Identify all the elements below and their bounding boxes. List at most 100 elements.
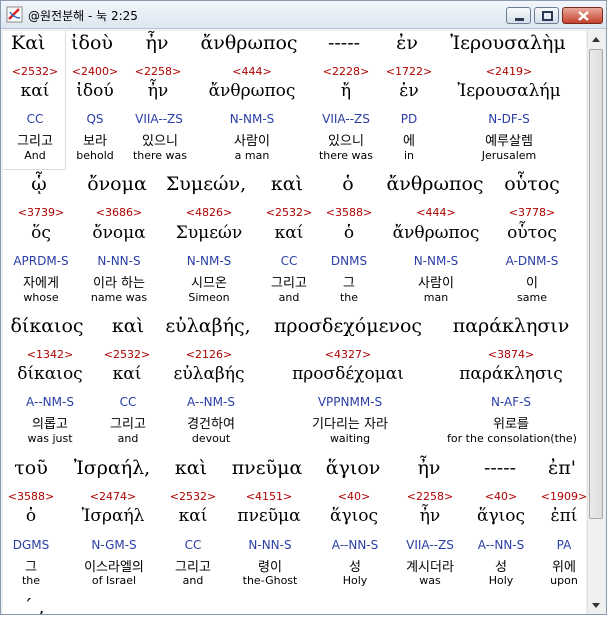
strongs-number[interactable]: <1342> [27,348,73,361]
parsing-code[interactable]: VIIA--ZS [406,538,454,552]
strongs-number[interactable]: <2126> [186,348,232,361]
parsing-code[interactable]: A--NN-S [332,538,379,552]
greek-word[interactable]: προσδεχόμενος [274,315,422,337]
strongs-number[interactable]: <444> [232,65,271,78]
strongs-number[interactable]: <3739> [18,206,64,219]
strongs-number[interactable]: <444> [416,206,455,219]
analysis-pane[interactable]: Καὶ ἰδοὺ ἦν ἄνθρωπος ----- ἐν Ἰερουσαλὴμ… [3,31,586,614]
parsing-code[interactable]: N-AF-S [491,395,531,409]
korean-gloss: 의롭고 [32,417,68,432]
greek-word[interactable]: ἐν [396,32,418,54]
scroll-thumb[interactable] [589,49,603,519]
parsing-code[interactable]: A-DNM-S [506,254,559,268]
strongs-number[interactable]: <2532> [266,206,312,219]
parsing-code[interactable]: CC [185,538,202,552]
korean-gloss: 시므온 [191,276,227,291]
greek-word[interactable]: ἦν [418,457,441,479]
greek-word[interactable]: ὁ [342,173,353,195]
greek-word[interactable]: καὶ [112,315,144,337]
parsing-code[interactable]: A--NM-S [26,395,74,409]
greek-word[interactable]: τοῦ [14,457,48,479]
parsing-code[interactable]: DGMS [13,538,50,552]
strongs-number[interactable]: <40> [485,490,517,503]
greek-word[interactable]: Καὶ [11,32,45,54]
greek-word[interactable]: ἄνθρωπος [200,32,297,54]
strongs-number[interactable]: <2532> [170,490,216,503]
title-bar[interactable]: @원전분해 - 눅 2:25 [1,1,606,29]
strongs-number[interactable]: <2228> [323,65,369,78]
greek-word[interactable]: ᾧ [31,173,47,195]
greek-word[interactable]: ἦν [146,32,169,54]
greek-word[interactable]: πνεῦμα [232,457,303,479]
minimize-button[interactable] [506,7,531,24]
strongs-number[interactable]: <2419> [486,65,532,78]
parsing-code[interactable]: N-NM-S [187,254,232,268]
scroll-up-button[interactable] [588,31,604,48]
maximize-button[interactable] [534,7,559,24]
parsing-code[interactable]: A--NN-S [478,538,525,552]
parsing-code[interactable]: PD [401,112,417,126]
strongs-number[interactable]: <3874> [488,348,534,361]
parsing-code[interactable]: N-GM-S [91,538,136,552]
parsing-code[interactable]: QS [86,112,103,126]
greek-word[interactable]: καὶ [271,173,303,195]
strongs-number[interactable]: <1722> [386,65,432,78]
greek-word[interactable]: ὄνομα [87,173,147,195]
strongs-number[interactable]: <3686> [96,206,142,219]
greek-word[interactable]: καὶ [175,457,207,479]
strongs-number[interactable]: <2400> [72,65,118,78]
greek-word[interactable]: ----- [328,32,360,54]
parsing-code[interactable]: VIIA--ZS [322,112,370,126]
lexical-form: ἦν [419,506,441,526]
greek-word[interactable]: ----- [484,457,516,479]
strongs-number[interactable]: <3588> [326,206,372,219]
parsing-code[interactable]: A--NM-S [187,395,235,409]
parsing-code[interactable]: DNMS [331,254,367,268]
parsing-code[interactable]: VIIA--ZS [135,112,183,126]
close-button[interactable] [562,7,603,24]
strongs-number[interactable]: <4151> [246,490,292,503]
parsing-code[interactable]: CC [120,395,137,409]
korean-gloss: 이스라엘의 [84,560,144,575]
greek-word[interactable]: ἰδοὺ [71,32,113,54]
parsing-code[interactable]: CC [27,112,44,126]
parsing-code[interactable]: N-NM-S [230,112,275,126]
korean-gloss: 위에 [552,560,576,575]
korean-gloss: 예루살렘 [485,134,533,149]
strongs-number[interactable]: <3588> [8,490,54,503]
scroll-down-button[interactable] [588,597,604,614]
strongs-number[interactable]: <4826> [186,206,232,219]
strongs-number[interactable]: <2532> [104,348,150,361]
greek-word[interactable]: οὗτος [504,173,560,195]
vertical-scrollbar[interactable] [587,31,604,614]
parsing-code[interactable]: N-NM-S [414,254,459,268]
greek-word[interactable]: εὐλαβής, [165,315,250,337]
greek-word[interactable]: ἐπ' [548,457,576,479]
strongs-number[interactable]: <3778> [509,206,555,219]
greek-word[interactable]: ἄνθρωπος [386,173,483,195]
strongs-number[interactable]: <2258> [135,65,181,78]
greek-word[interactable]: Ἰερουσαλὴμ [450,32,565,54]
parsing-code[interactable]: N-NN-S [248,538,291,552]
strongs-number[interactable]: <2532> [12,65,58,78]
strongs-number[interactable]: <1909> [541,490,586,503]
parsing-code[interactable]: N-DF-S [488,112,529,126]
greek-word[interactable]: Συμεών, [166,173,246,195]
korean-gloss: 그 [25,560,37,575]
english-gloss: for the consolation(the) [447,432,577,445]
parsing-code[interactable]: CC [281,254,298,268]
strongs-number[interactable]: <2474> [90,490,136,503]
greek-word[interactable]: Ἰσραήλ, [74,457,150,479]
strongs-number[interactable]: <40> [338,490,370,503]
greek-word[interactable]: ἅγιον [326,457,381,479]
parsing-code[interactable]: PA [557,538,572,552]
strongs-number[interactable]: <2258> [407,490,453,503]
english-gloss: Jerusalem [481,149,537,162]
greek-word[interactable]: δίκαιος [10,315,83,337]
parsing-code[interactable]: APRDM-S [13,254,68,268]
parsing-code[interactable]: N-NN-S [97,254,140,268]
strongs-number[interactable]: <4327> [325,348,371,361]
parsing-code[interactable]: VPPNMM-S [318,395,382,409]
lexical-form: Ἰερουσαλήμ [457,81,561,101]
greek-word[interactable]: παράκλησιν [453,315,570,337]
